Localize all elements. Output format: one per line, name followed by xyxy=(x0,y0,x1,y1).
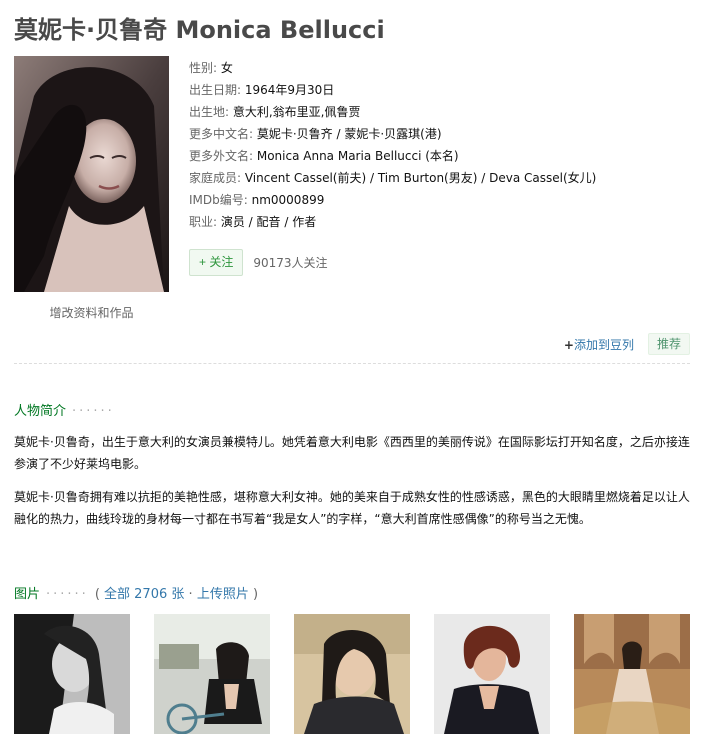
photo-1-graphic xyxy=(14,614,130,734)
upload-photo-link[interactable]: 上传照片 xyxy=(197,587,249,602)
photo-thumbnail[interactable] xyxy=(294,614,410,734)
info-row-chinese-names: 更多中文名: 莫妮卡·贝鲁齐 / 蒙妮卡·贝露琪(港) xyxy=(189,127,442,141)
photo-thumbnail[interactable] xyxy=(14,614,130,734)
bio-section-title: 人物简介 ······ xyxy=(14,404,115,419)
follower-count: 90173人关注 xyxy=(253,256,328,270)
photo-thumbnail[interactable] xyxy=(154,614,270,734)
photo-thumbnail[interactable] xyxy=(434,614,550,734)
edit-profile-link[interactable]: 增改资料和作品 xyxy=(14,304,169,321)
bio-paragraph-1: 莫妮卡·贝鲁奇，出生于意大利的女演员兼模特儿。她凭着意大利电影《西西里的美丽传说… xyxy=(14,435,690,471)
photo-5-graphic xyxy=(574,614,690,734)
info-row-gender: 性别: 女 xyxy=(189,61,233,75)
follow-area: + 关注 90173人关注 xyxy=(189,249,328,276)
follow-button[interactable]: + 关注 xyxy=(189,249,244,276)
all-photos-link[interactable]: 全部 2706 张 xyxy=(104,587,184,602)
add-to-doulist-link[interactable]: +添加到豆列 xyxy=(564,336,634,353)
doulist-area: +添加到豆列 推荐 xyxy=(564,333,690,355)
photo-4-graphic xyxy=(434,614,550,734)
page-title: 莫妮卡·贝鲁奇 Monica Bellucci xyxy=(14,16,385,44)
info-row-family: 家庭成员: Vincent Cassel(前夫) / Tim Burton(男友… xyxy=(189,171,597,185)
portrait-graphic xyxy=(14,56,169,292)
info-row-foreign-names: 更多外文名: Monica Anna Maria Bellucci (本名) xyxy=(189,149,459,163)
portrait-image[interactable] xyxy=(14,56,169,292)
photo-3-graphic xyxy=(294,614,410,734)
recommend-button[interactable]: 推荐 xyxy=(647,333,690,355)
info-row-birthplace: 出生地: 意大利,翁布里亚,佩鲁贾 xyxy=(189,105,361,119)
photo-thumbnail[interactable] xyxy=(574,614,690,734)
photo-section-title: 图片 ······( 全部 2706 张 · 上传照片 ) xyxy=(14,587,259,602)
bio-paragraph-2: 莫妮卡·贝鲁奇拥有难以抗拒的美艳性感，堪称意大利女神。她的美来自于成熟女性的性感… xyxy=(14,490,690,526)
info-row-birthdate: 出生日期: 1964年9月30日 xyxy=(189,83,335,97)
photo-2-graphic xyxy=(154,614,270,734)
info-list: 性别: 女 出生日期: 1964年9月30日 出生地: 意大利,翁布里亚,佩鲁贾… xyxy=(189,57,704,233)
info-row-occupation: 职业: 演员 / 配音 / 作者 xyxy=(189,215,317,229)
divider xyxy=(14,363,690,364)
info-row-imdb: IMDb编号: nm0000899 xyxy=(189,193,325,207)
plus-icon: + xyxy=(563,337,574,352)
photo-strip xyxy=(14,614,694,734)
